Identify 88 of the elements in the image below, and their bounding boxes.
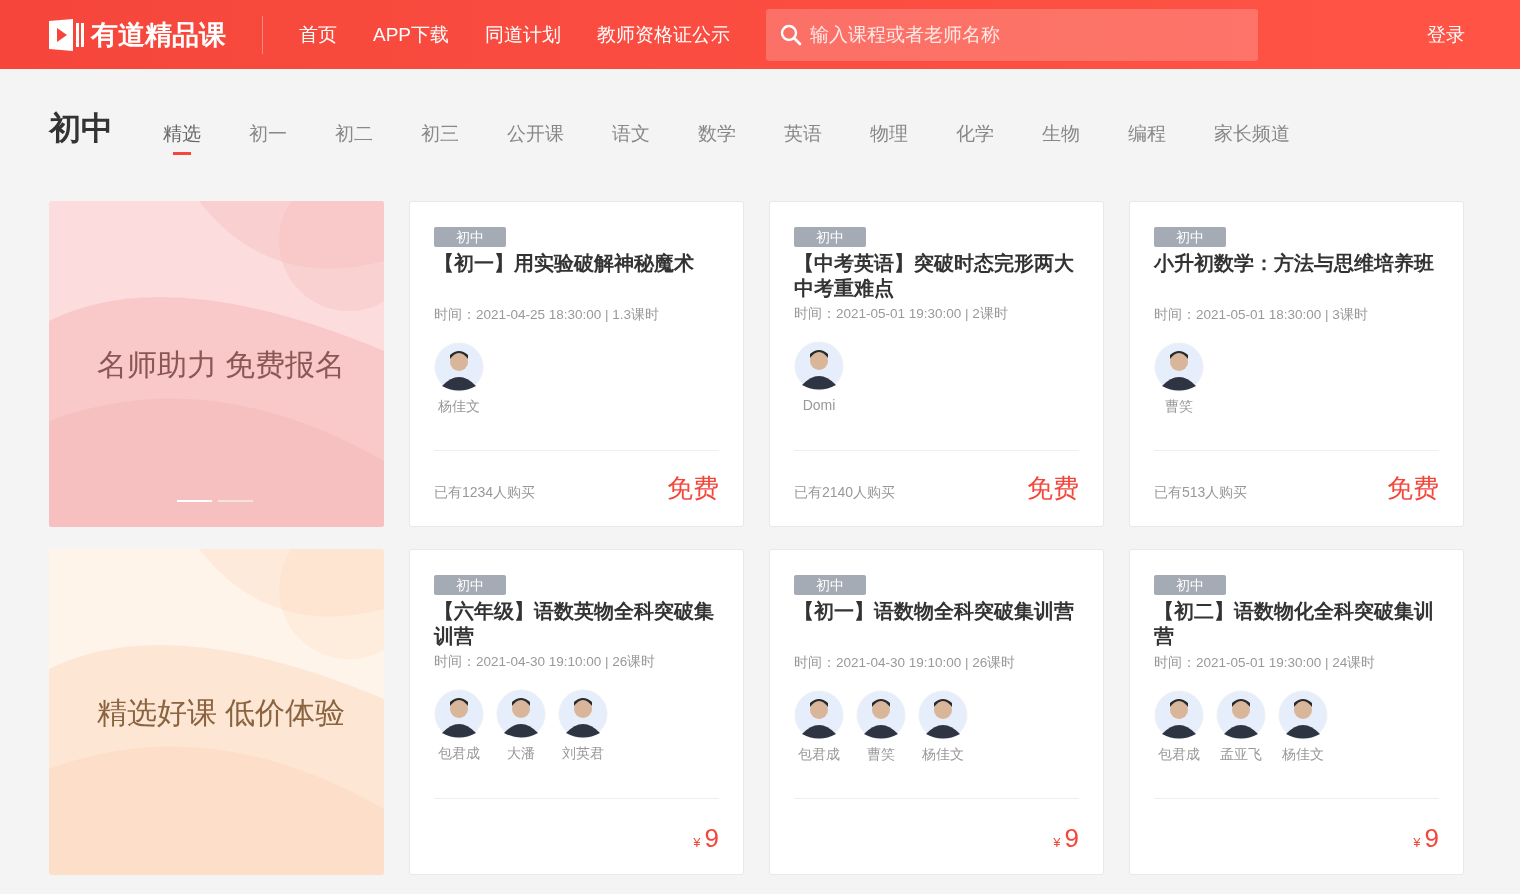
nav-link[interactable]: APP下载 bbox=[373, 21, 450, 48]
grade-tag: 初中 bbox=[1154, 227, 1226, 247]
currency-symbol: ¥ bbox=[1053, 835, 1061, 850]
purchase-count: 已有1234人购买 bbox=[434, 484, 536, 502]
avatar-icon bbox=[1278, 690, 1328, 740]
teacher-name: 杨佳文 bbox=[922, 746, 964, 764]
avatar-icon bbox=[1216, 690, 1266, 740]
teacher-name: 曹笑 bbox=[867, 746, 895, 764]
category-tab[interactable]: 精选 bbox=[157, 109, 207, 155]
course-card[interactable]: 初中 【初二】语数物化全科突破集训营 时间：2021-05-01 19:30:00 | 24课时 包君成 孟亚飞 杨佳文 ¥9 bbox=[1129, 549, 1464, 875]
search-icon bbox=[780, 23, 803, 46]
category-tab[interactable]: 数学 bbox=[692, 109, 742, 155]
category-tab[interactable]: 物理 bbox=[864, 109, 914, 155]
price-label: 免费 bbox=[1387, 472, 1439, 505]
avatar-icon bbox=[434, 689, 484, 739]
avatar-icon bbox=[794, 341, 844, 391]
category-tab[interactable]: 初二 bbox=[329, 109, 379, 155]
teacher-name: 杨佳文 bbox=[438, 398, 480, 416]
course-schedule: 时间：2021-05-01 19:30:00 | 2课时 bbox=[794, 305, 1009, 323]
category-tab[interactable]: 初三 bbox=[415, 109, 465, 155]
category-tab[interactable]: 公开课 bbox=[501, 109, 570, 155]
price-amount: 9 bbox=[704, 823, 719, 854]
category-tab[interactable]: 生物 bbox=[1036, 109, 1086, 155]
purchase-count: 已有2140人购买 bbox=[794, 484, 896, 502]
course-card[interactable]: 初中 【中考英语】突破时态完形两大中考重难点 时间：2021-05-01 19:30:00 | 2课时 Domi 已有2140人购买 免费 bbox=[769, 201, 1104, 527]
currency-symbol: ¥ bbox=[693, 835, 701, 850]
category-tab[interactable]: 语文 bbox=[606, 109, 656, 155]
purchase-count: 已有513人购买 bbox=[1154, 484, 1248, 502]
teacher-name: 包君成 bbox=[438, 745, 480, 763]
course-schedule: 时间：2021-04-30 19:10:00 | 26课时 bbox=[434, 653, 657, 671]
course-title: 【六年级】语数英物全科突破集训营 bbox=[434, 599, 715, 649]
course-schedule: 时间：2021-05-01 18:30:00 | 3课时 bbox=[1154, 306, 1369, 324]
course-title: 【初一】语数物全科突破集训营 bbox=[794, 599, 1075, 624]
price-amount: 9 bbox=[1424, 823, 1439, 854]
grade-tag: 初中 bbox=[434, 227, 506, 247]
teacher-name: 包君成 bbox=[798, 746, 840, 764]
course-title: 【初二】语数物化全科突破集训营 bbox=[1154, 599, 1435, 649]
avatar-icon bbox=[558, 689, 608, 739]
avatar-icon bbox=[1154, 342, 1204, 392]
category-tab[interactable]: 初一 bbox=[243, 109, 293, 155]
course-title: 【中考英语】突破时态完形两大中考重难点 bbox=[794, 251, 1075, 301]
carousel-indicator[interactable] bbox=[177, 500, 212, 502]
avatar-icon bbox=[918, 690, 968, 740]
course-card[interactable]: 初中 【初一】用实验破解神秘魔术 时间：2021-04-25 18:30:00 | 1.3课时 杨佳文 已有1234人购买 免费 bbox=[409, 201, 744, 527]
avatar-icon bbox=[856, 690, 906, 740]
avatar-icon bbox=[496, 689, 546, 739]
banner-text: 名师助力 免费报名 bbox=[97, 347, 346, 383]
carousel-indicator[interactable] bbox=[218, 500, 253, 502]
teacher-name: 曹笑 bbox=[1165, 398, 1193, 416]
category-tab[interactable]: 家长频道 bbox=[1208, 109, 1296, 155]
nav-link[interactable]: 教师资格证公示 bbox=[597, 21, 731, 48]
currency-symbol: ¥ bbox=[1413, 835, 1421, 850]
teacher-name: 杨佳文 bbox=[1282, 746, 1324, 764]
section-title: 初中 bbox=[49, 109, 113, 148]
promo-banner[interactable]: 精选好课 低价体验 bbox=[49, 549, 384, 875]
avatar-icon bbox=[794, 690, 844, 740]
nav-link[interactable]: 首页 bbox=[299, 21, 337, 48]
logo-icon bbox=[49, 18, 85, 51]
course-title: 小升初数学：方法与思维培养班 bbox=[1154, 251, 1435, 276]
avatar-icon bbox=[434, 342, 484, 392]
logo-text: 有道精品课 bbox=[91, 18, 226, 52]
course-card[interactable]: 初中 小升初数学：方法与思维培养班 时间：2021-05-01 18:30:00 | 3课时 曹笑 已有513人购买 免费 bbox=[1129, 201, 1464, 527]
price-amount: 9 bbox=[1064, 823, 1079, 854]
category-tab[interactable]: 化学 bbox=[950, 109, 1000, 155]
teacher-name: 孟亚飞 bbox=[1220, 746, 1262, 764]
course-schedule: 时间：2021-04-25 18:30:00 | 1.3课时 bbox=[434, 306, 661, 324]
category-tab[interactable]: 英语 bbox=[778, 109, 828, 155]
grade-tag: 初中 bbox=[434, 575, 506, 595]
teacher-name: 包君成 bbox=[1158, 746, 1200, 764]
grade-tag: 初中 bbox=[794, 575, 866, 595]
price-label: 免费 bbox=[667, 472, 719, 505]
category-tab[interactable]: 编程 bbox=[1122, 109, 1172, 155]
teacher-name: Domi bbox=[802, 397, 836, 413]
course-schedule: 时间：2021-04-30 19:10:00 | 26课时 bbox=[794, 654, 1017, 672]
course-title: 【初一】用实验破解神秘魔术 bbox=[434, 251, 695, 276]
grade-tag: 初中 bbox=[1154, 575, 1226, 595]
banner-text: 精选好课 低价体验 bbox=[97, 695, 346, 731]
course-card[interactable]: 初中 【六年级】语数英物全科突破集训营 时间：2021-04-30 19:10:00 | 26课时 包君成 大潘 刘英君 ¥9 bbox=[409, 549, 744, 875]
avatar-icon bbox=[1154, 690, 1204, 740]
teacher-name: 刘英君 bbox=[562, 745, 604, 763]
price-label: 免费 bbox=[1027, 472, 1079, 505]
nav-link[interactable]: 同道计划 bbox=[485, 21, 562, 48]
teacher-name: 大潘 bbox=[507, 745, 535, 763]
promo-banner[interactable]: 名师助力 免费报名 bbox=[49, 201, 384, 527]
grade-tag: 初中 bbox=[794, 227, 866, 247]
login-link[interactable]: 登录 bbox=[1427, 21, 1465, 48]
course-card[interactable]: 初中 【初一】语数物全科突破集训营 时间：2021-04-30 19:10:00 | 26课时 包君成 曹笑 杨佳文 ¥9 bbox=[769, 549, 1104, 875]
course-schedule: 时间：2021-05-01 19:30:00 | 24课时 bbox=[1154, 654, 1377, 672]
